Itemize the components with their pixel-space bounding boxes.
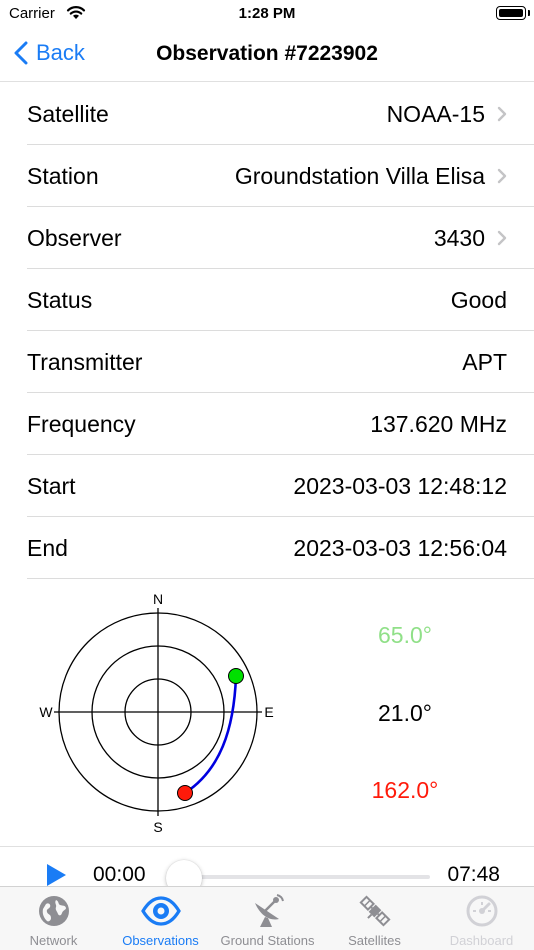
- tab-label: Satellites: [348, 933, 401, 948]
- row-label: Station: [27, 162, 99, 189]
- compass-east: E: [264, 704, 273, 720]
- row-label: Transmitter: [27, 348, 143, 375]
- status-bar: Carrier 1:28 PM: [0, 0, 534, 30]
- chevron-right-icon: [497, 168, 507, 184]
- tab-dashboard[interactable]: Dashboard: [428, 887, 534, 950]
- row-observer[interactable]: Observer 3430: [0, 207, 534, 269]
- row-label: Satellite: [27, 100, 109, 127]
- row-value: APT: [462, 348, 507, 375]
- playback-track[interactable]: [183, 875, 430, 879]
- compass-west: W: [39, 704, 53, 720]
- battery-tip: [528, 10, 530, 16]
- row-value: Groundstation Villa Elisa: [234, 162, 485, 189]
- row-value: 3430: [433, 224, 485, 251]
- tab-bar: Network Observations Ground Stations Sat…: [0, 886, 534, 950]
- navigation-bar: Back Observation #7223902: [0, 30, 534, 82]
- page-title: Observation #7223902: [156, 42, 378, 65]
- pass-end-marker: [177, 785, 193, 801]
- row-station[interactable]: Station Groundstation Villa Elisa: [0, 145, 534, 207]
- compass-south: S: [153, 819, 162, 835]
- row-label: Frequency: [27, 410, 136, 437]
- max-elevation-value: 65.0°: [378, 622, 432, 648]
- globe-icon: [38, 896, 69, 926]
- row-value: 2023-03-03 12:48:12: [293, 472, 507, 499]
- compass-north: N: [153, 591, 163, 607]
- current-time: 00:00: [93, 863, 146, 886]
- row-transmitter: Transmitter APT: [0, 331, 534, 393]
- chevron-right-icon: [497, 106, 507, 122]
- row-satellite[interactable]: Satellite NOAA-15: [0, 83, 534, 145]
- row-label: Start: [27, 472, 76, 499]
- chevron-right-icon: [497, 230, 507, 246]
- row-value: NOAA-15: [386, 100, 485, 127]
- satellite-dish-icon: [254, 894, 284, 927]
- row-value: Good: [450, 286, 507, 313]
- row-label: End: [27, 534, 68, 561]
- elevation-value: 21.0°: [378, 700, 432, 726]
- tab-satellites[interactable]: Satellites: [321, 887, 428, 950]
- battery-icon: [496, 6, 526, 20]
- row-value: 2023-03-03 12:56:04: [293, 534, 507, 561]
- play-icon: [47, 864, 66, 886]
- gauge-icon: [466, 895, 497, 927]
- clock: 1:28 PM: [238, 5, 296, 22]
- tab-label: Dashboard: [449, 933, 514, 948]
- pass-polar-section: N S W E 65.0° 21.0° 162.0°: [0, 580, 534, 842]
- tab-label: Observations: [122, 933, 199, 948]
- audio-player: 00:00 07:48: [0, 846, 534, 896]
- polar-plot: N S W E: [39, 591, 273, 835]
- row-label: Status: [27, 286, 93, 313]
- tab-label: Network: [29, 933, 78, 948]
- tab-observations[interactable]: Observations: [107, 887, 214, 950]
- eye-icon: [140, 896, 181, 926]
- row-end: End 2023-03-03 12:56:04: [0, 517, 534, 579]
- azimuth-value: 162.0°: [371, 777, 439, 803]
- row-value: 137.620 MHz: [370, 410, 507, 437]
- row-label: Observer: [27, 224, 122, 251]
- row-start: Start 2023-03-03 12:48:12: [0, 455, 534, 517]
- observation-details-list: Satellite NOAA-15 Station Groundstation …: [0, 83, 534, 579]
- tab-label: Ground Stations: [220, 933, 315, 948]
- pass-start-marker: [228, 668, 244, 684]
- row-status: Status Good: [0, 269, 534, 331]
- row-frequency: Frequency 137.620 MHz: [0, 393, 534, 455]
- total-time: 07:48: [447, 863, 500, 886]
- pass-track: [183, 674, 238, 795]
- tab-ground-stations[interactable]: Ground Stations: [214, 887, 321, 950]
- satellite-icon: [358, 895, 391, 927]
- tab-network[interactable]: Network: [0, 887, 107, 950]
